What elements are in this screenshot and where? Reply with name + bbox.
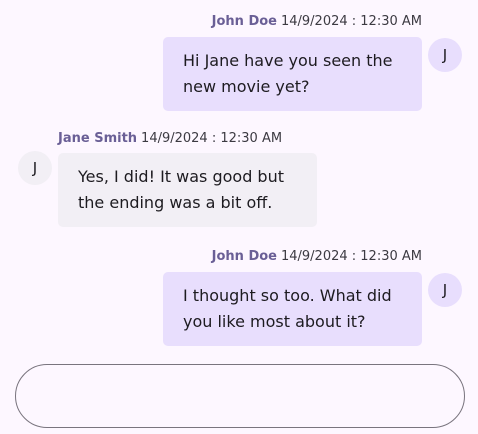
message-header: John Doe 14/9/2024 : 12:30 AM [212, 249, 422, 265]
sender-name: John Doe [211, 14, 277, 29]
message-timestamp: 14/9/2024 : 12:30 AM [141, 131, 283, 146]
avatar: J [18, 151, 52, 185]
message-composer[interactable] [15, 364, 465, 428]
message-input[interactable] [40, 365, 444, 428]
message-header: John Doe 14/9/2024 : 12:30 AM [212, 14, 422, 30]
message-timestamp: 14/9/2024 : 12:30 AM [280, 14, 422, 29]
message-bubble: Yes, I did! It was good but the ending w… [58, 153, 317, 227]
avatar: J [428, 38, 462, 72]
message-timestamp: 14/9/2024 : 12:30 AM [280, 249, 422, 264]
message-bubble: I thought so too. What did you like most… [163, 272, 422, 346]
avatar: J [428, 273, 462, 307]
chat-message-list: John Doe 14/9/2024 : 12:30 AM Hi Jane hav… [0, 0, 478, 360]
message-bubble: Hi Jane have you seen the new movie yet? [163, 37, 422, 111]
message-header: Jane Smith 14/9/2024 : 12:30 AM [58, 131, 282, 147]
sender-name: John Doe [211, 249, 277, 264]
sender-name: Jane Smith [58, 131, 138, 146]
